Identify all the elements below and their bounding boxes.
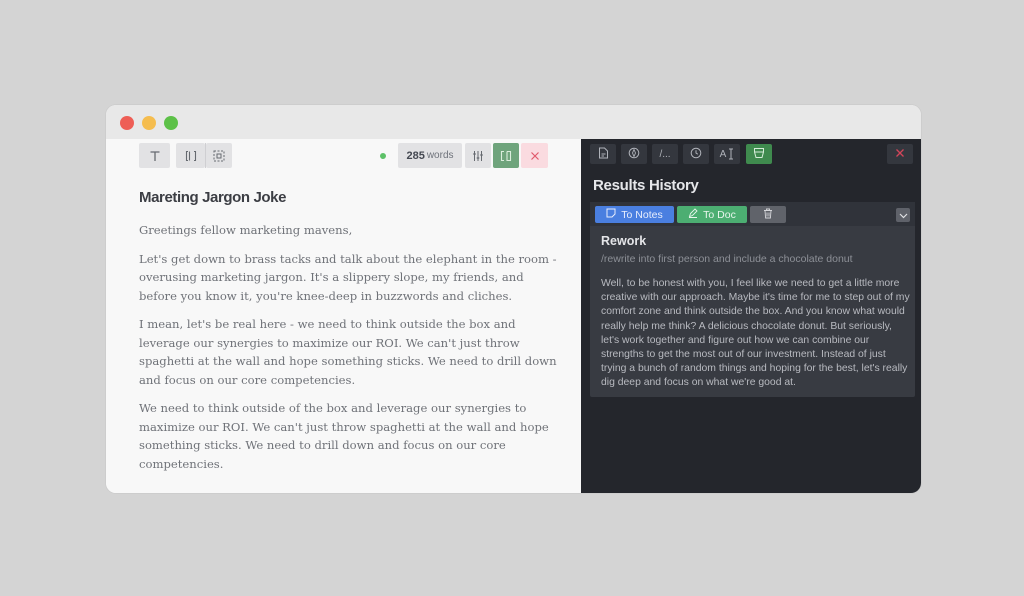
window-minimize-button[interactable] bbox=[142, 116, 156, 130]
close-results-button[interactable] bbox=[887, 144, 913, 164]
to-notes-label: To Notes bbox=[621, 208, 663, 221]
command-icon: /... bbox=[659, 148, 671, 160]
type-icon bbox=[149, 150, 161, 162]
tool-document-button[interactable] bbox=[590, 144, 616, 164]
text-size-label: A bbox=[719, 148, 727, 160]
word-count-unit: words bbox=[426, 150, 454, 161]
tool-cup-button[interactable] bbox=[746, 144, 772, 164]
sync-status-indicator bbox=[380, 153, 386, 159]
document-paragraph[interactable]: We need to think outside of the box and … bbox=[139, 399, 559, 473]
result-title: Rework bbox=[601, 234, 647, 248]
split-view-icon bbox=[500, 150, 512, 162]
tool-text-size-button[interactable]: A bbox=[714, 144, 740, 164]
trash-icon bbox=[763, 208, 773, 222]
word-count-value: 285 bbox=[406, 149, 425, 162]
focus-mode-button[interactable] bbox=[206, 143, 232, 168]
result-text: Well, to be honest with you, I feel like… bbox=[601, 278, 910, 389]
history-icon bbox=[690, 147, 702, 162]
result-card-actions: To Notes To Doc bbox=[590, 202, 915, 226]
layout-button[interactable] bbox=[176, 143, 205, 168]
to-doc-button[interactable]: To Doc bbox=[677, 206, 747, 223]
cup-icon bbox=[753, 147, 765, 162]
close-editor-button[interactable] bbox=[521, 143, 548, 168]
chevron-down-icon bbox=[899, 206, 908, 224]
settings-button[interactable] bbox=[465, 143, 491, 168]
document-paragraph[interactable]: Greetings fellow marketing mavens, bbox=[139, 221, 559, 240]
document-title[interactable]: Mareting Jargon Joke bbox=[139, 189, 286, 206]
focus-frame-icon bbox=[213, 150, 225, 162]
window-close-button[interactable] bbox=[120, 116, 134, 130]
document-icon bbox=[598, 147, 609, 162]
delete-result-button[interactable] bbox=[750, 206, 786, 223]
to-doc-label: To Doc bbox=[703, 208, 736, 221]
editor-panel: 285 words Mareting Jargon Joke Greetings … bbox=[106, 139, 581, 493]
document-paragraph[interactable]: Let's get down to brass tacks and talk a… bbox=[139, 250, 559, 306]
text-size-icon: A bbox=[720, 148, 735, 160]
tool-command-button[interactable]: /... bbox=[652, 144, 678, 164]
to-notes-button[interactable]: To Notes bbox=[595, 206, 674, 223]
app-window: 285 words Mareting Jargon Joke Greetings … bbox=[106, 105, 921, 493]
results-history-title: Results History bbox=[593, 177, 699, 194]
text-format-button[interactable] bbox=[139, 143, 170, 168]
result-command: /rewrite into first person and include a… bbox=[601, 253, 853, 265]
document-body[interactable]: Greetings fellow marketing mavens, Let's… bbox=[139, 221, 559, 483]
split-view-button[interactable] bbox=[493, 143, 519, 168]
result-card: To Notes To Doc Rework /rewrite into fir… bbox=[590, 202, 915, 397]
close-icon bbox=[530, 151, 540, 161]
compass-icon bbox=[628, 147, 640, 162]
panel-layout-icon bbox=[185, 150, 197, 162]
sliders-icon bbox=[472, 150, 484, 162]
expand-result-button[interactable] bbox=[896, 208, 910, 222]
title-bar bbox=[106, 105, 921, 139]
close-icon bbox=[895, 148, 905, 161]
tool-history-button[interactable] bbox=[683, 144, 709, 164]
note-icon bbox=[606, 208, 616, 221]
results-panel: /... A Results History To Notes To Doc R… bbox=[581, 139, 921, 493]
pencil-icon bbox=[688, 208, 698, 221]
window-maximize-button[interactable] bbox=[164, 116, 178, 130]
tool-compass-button[interactable] bbox=[621, 144, 647, 164]
document-paragraph[interactable]: I mean, let's be real here - we need to … bbox=[139, 315, 559, 389]
word-count-badge[interactable]: 285 words bbox=[398, 143, 462, 168]
